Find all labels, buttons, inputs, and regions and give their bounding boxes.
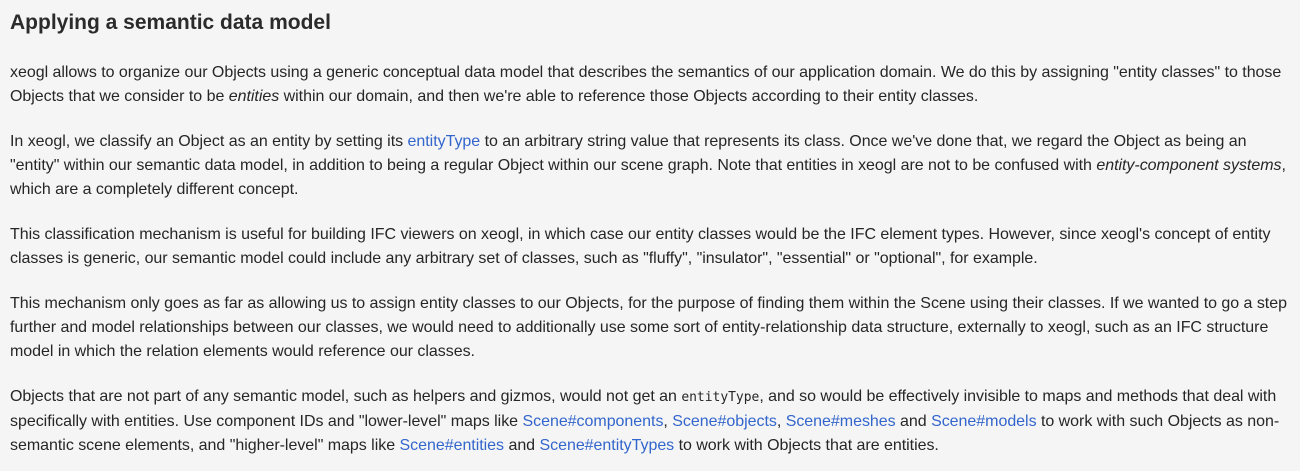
- link-scene-meshes[interactable]: Scene#meshes: [786, 413, 896, 430]
- paragraph-text: In xeogl, we classify an Object as an en…: [10, 133, 408, 150]
- paragraph-text: and: [504, 437, 540, 454]
- paragraph-text: within our domain, and then we're able t…: [279, 88, 979, 105]
- link-scene-objects[interactable]: Scene#objects: [672, 413, 777, 430]
- paragraph-intro: xeogl allows to organize our Objects usi…: [10, 61, 1290, 109]
- emphasis-entities: entities: [228, 88, 280, 105]
- paragraph-text: and: [895, 413, 932, 430]
- paragraph-text: to work with Objects that are entities.: [674, 437, 939, 454]
- separator: ,: [776, 413, 786, 430]
- code-entityType: entityType: [681, 390, 760, 405]
- paragraph-classify: In xeogl, we classify an Object as an en…: [10, 130, 1290, 202]
- paragraph-relationships: This mechanism only goes as far as allow…: [10, 295, 1287, 360]
- separator: ,: [663, 413, 673, 430]
- link-scene-entities[interactable]: Scene#entities: [399, 437, 504, 454]
- paragraph-ifc: This classification mechanism is useful …: [10, 226, 1271, 267]
- article-content: Applying a semantic data model xeogl all…: [0, 0, 1300, 458]
- link-entityType[interactable]: entityType: [408, 133, 481, 150]
- link-scene-components[interactable]: Scene#components: [522, 413, 663, 430]
- paragraph-text: Objects that are not part of any semanti…: [10, 388, 682, 405]
- link-scene-entityTypes[interactable]: Scene#entityTypes: [539, 437, 674, 454]
- section-heading: Applying a semantic data model: [10, 11, 331, 34]
- emphasis-ecs: entity-component systems: [1096, 157, 1282, 174]
- paragraph-non-semantic: Objects that are not part of any semanti…: [10, 385, 1290, 458]
- link-scene-models[interactable]: Scene#models: [931, 413, 1037, 430]
